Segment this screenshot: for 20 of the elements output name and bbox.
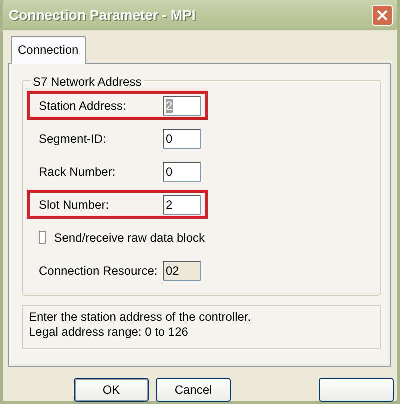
close-button[interactable]	[372, 4, 393, 26]
dialog-button[interactable]: Cancel	[156, 378, 231, 402]
checkbox[interactable]	[39, 231, 46, 244]
input-field[interactable]: 0	[163, 162, 201, 182]
field-label: Slot Number:	[39, 196, 110, 214]
field-label: Segment-ID:	[39, 130, 108, 148]
dialog-button[interactable]: OK	[74, 378, 149, 402]
input-field[interactable]: 2	[163, 194, 201, 214]
window-title: Connection Parameter - MPI	[9, 6, 196, 24]
field-label: Station Address:	[39, 98, 128, 114]
close-icon	[377, 10, 388, 20]
field-label: Connection Resource:	[39, 262, 159, 280]
info-text: Enter the station address of the controller.	[29, 310, 252, 325]
input-field[interactable]: 0	[163, 128, 201, 148]
tab[interactable]: Connection	[11, 36, 86, 64]
info-text: Legal address range: 0 to 126	[29, 325, 190, 340]
input-field: 02	[163, 260, 201, 280]
field-label: Rack Number:	[39, 164, 117, 180]
checkbox-label: Send/receive raw data block	[54, 230, 205, 246]
dialog-button[interactable]	[319, 378, 394, 402]
